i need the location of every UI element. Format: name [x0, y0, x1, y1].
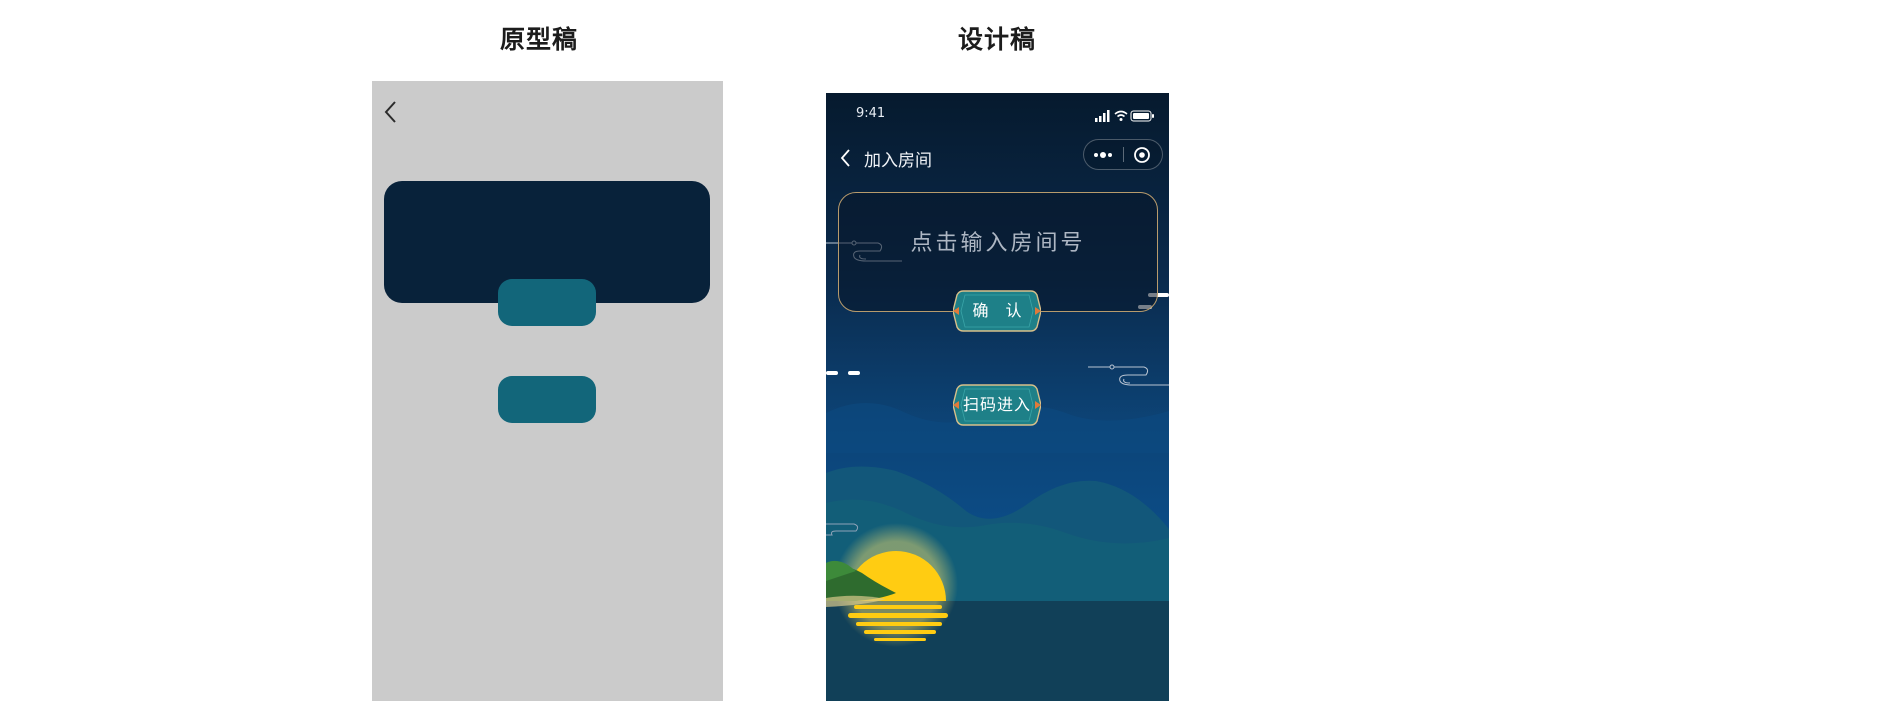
confirm-button[interactable]: 确 认 [953, 290, 1041, 332]
cloud-small-icon [826, 523, 859, 536]
target-icon[interactable] [1133, 146, 1151, 168]
status-bar: 9:41 [826, 93, 1169, 135]
dash-marks-left [826, 371, 860, 375]
battery-icon [1130, 110, 1154, 122]
design-heading: 设计稿 [958, 25, 1037, 54]
status-time: 9:41 [856, 106, 886, 121]
prototype-heading: 原型稿 [500, 25, 579, 54]
scan-to-enter-button[interactable]: 扫码进入 [953, 384, 1041, 426]
design-mockup: 9:41 加入房间 点击输入房间号 确 认 扫码进入 [826, 93, 1169, 701]
page-title: 加入房间 [864, 151, 932, 171]
prototype-wireframe [372, 81, 723, 701]
wireframe-confirm-button[interactable] [498, 279, 596, 326]
chevron-left-icon[interactable] [839, 147, 853, 173]
status-icons [1095, 107, 1155, 126]
more-icon[interactable] [1092, 147, 1114, 166]
room-number-placeholder: 点击输入房间号 [910, 231, 1086, 256]
wifi-icon [1114, 110, 1128, 118]
mini-program-capsule [1083, 139, 1163, 170]
wireframe-scan-button[interactable] [498, 376, 596, 423]
confirm-button-label: 确 认 [972, 301, 1028, 320]
capsule-divider [1123, 147, 1124, 162]
signal-icon [1095, 110, 1110, 122]
navigation-bar: 加入房间 [826, 135, 1169, 179]
chevron-left-icon[interactable] [382, 99, 400, 129]
scan-button-label: 扫码进入 [962, 395, 1031, 414]
cloud-right-icon [1088, 364, 1169, 386]
